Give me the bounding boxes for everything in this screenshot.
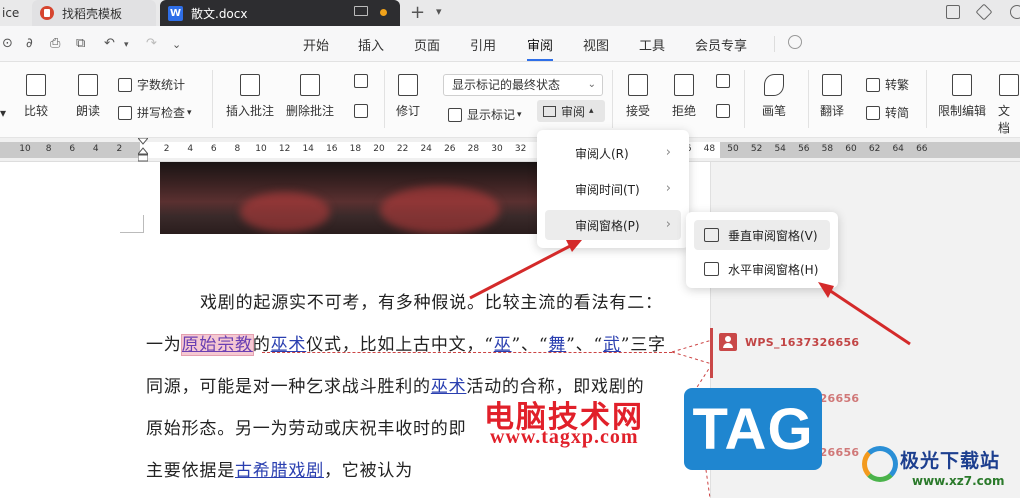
- watermark-xz-url: www.xz7.com: [912, 474, 1005, 488]
- watermark-site-url: www.tagxp.com: [490, 426, 639, 448]
- tag-logo: TAG: [684, 388, 822, 470]
- xz-logo-icon: [862, 446, 898, 482]
- watermark-xz-name: 极光下载站: [900, 450, 1001, 472]
- arrow-to-review-pane: [469, 242, 575, 300]
- arrowhead: [818, 282, 834, 298]
- arrow-to-horizontal-pane: [825, 286, 911, 346]
